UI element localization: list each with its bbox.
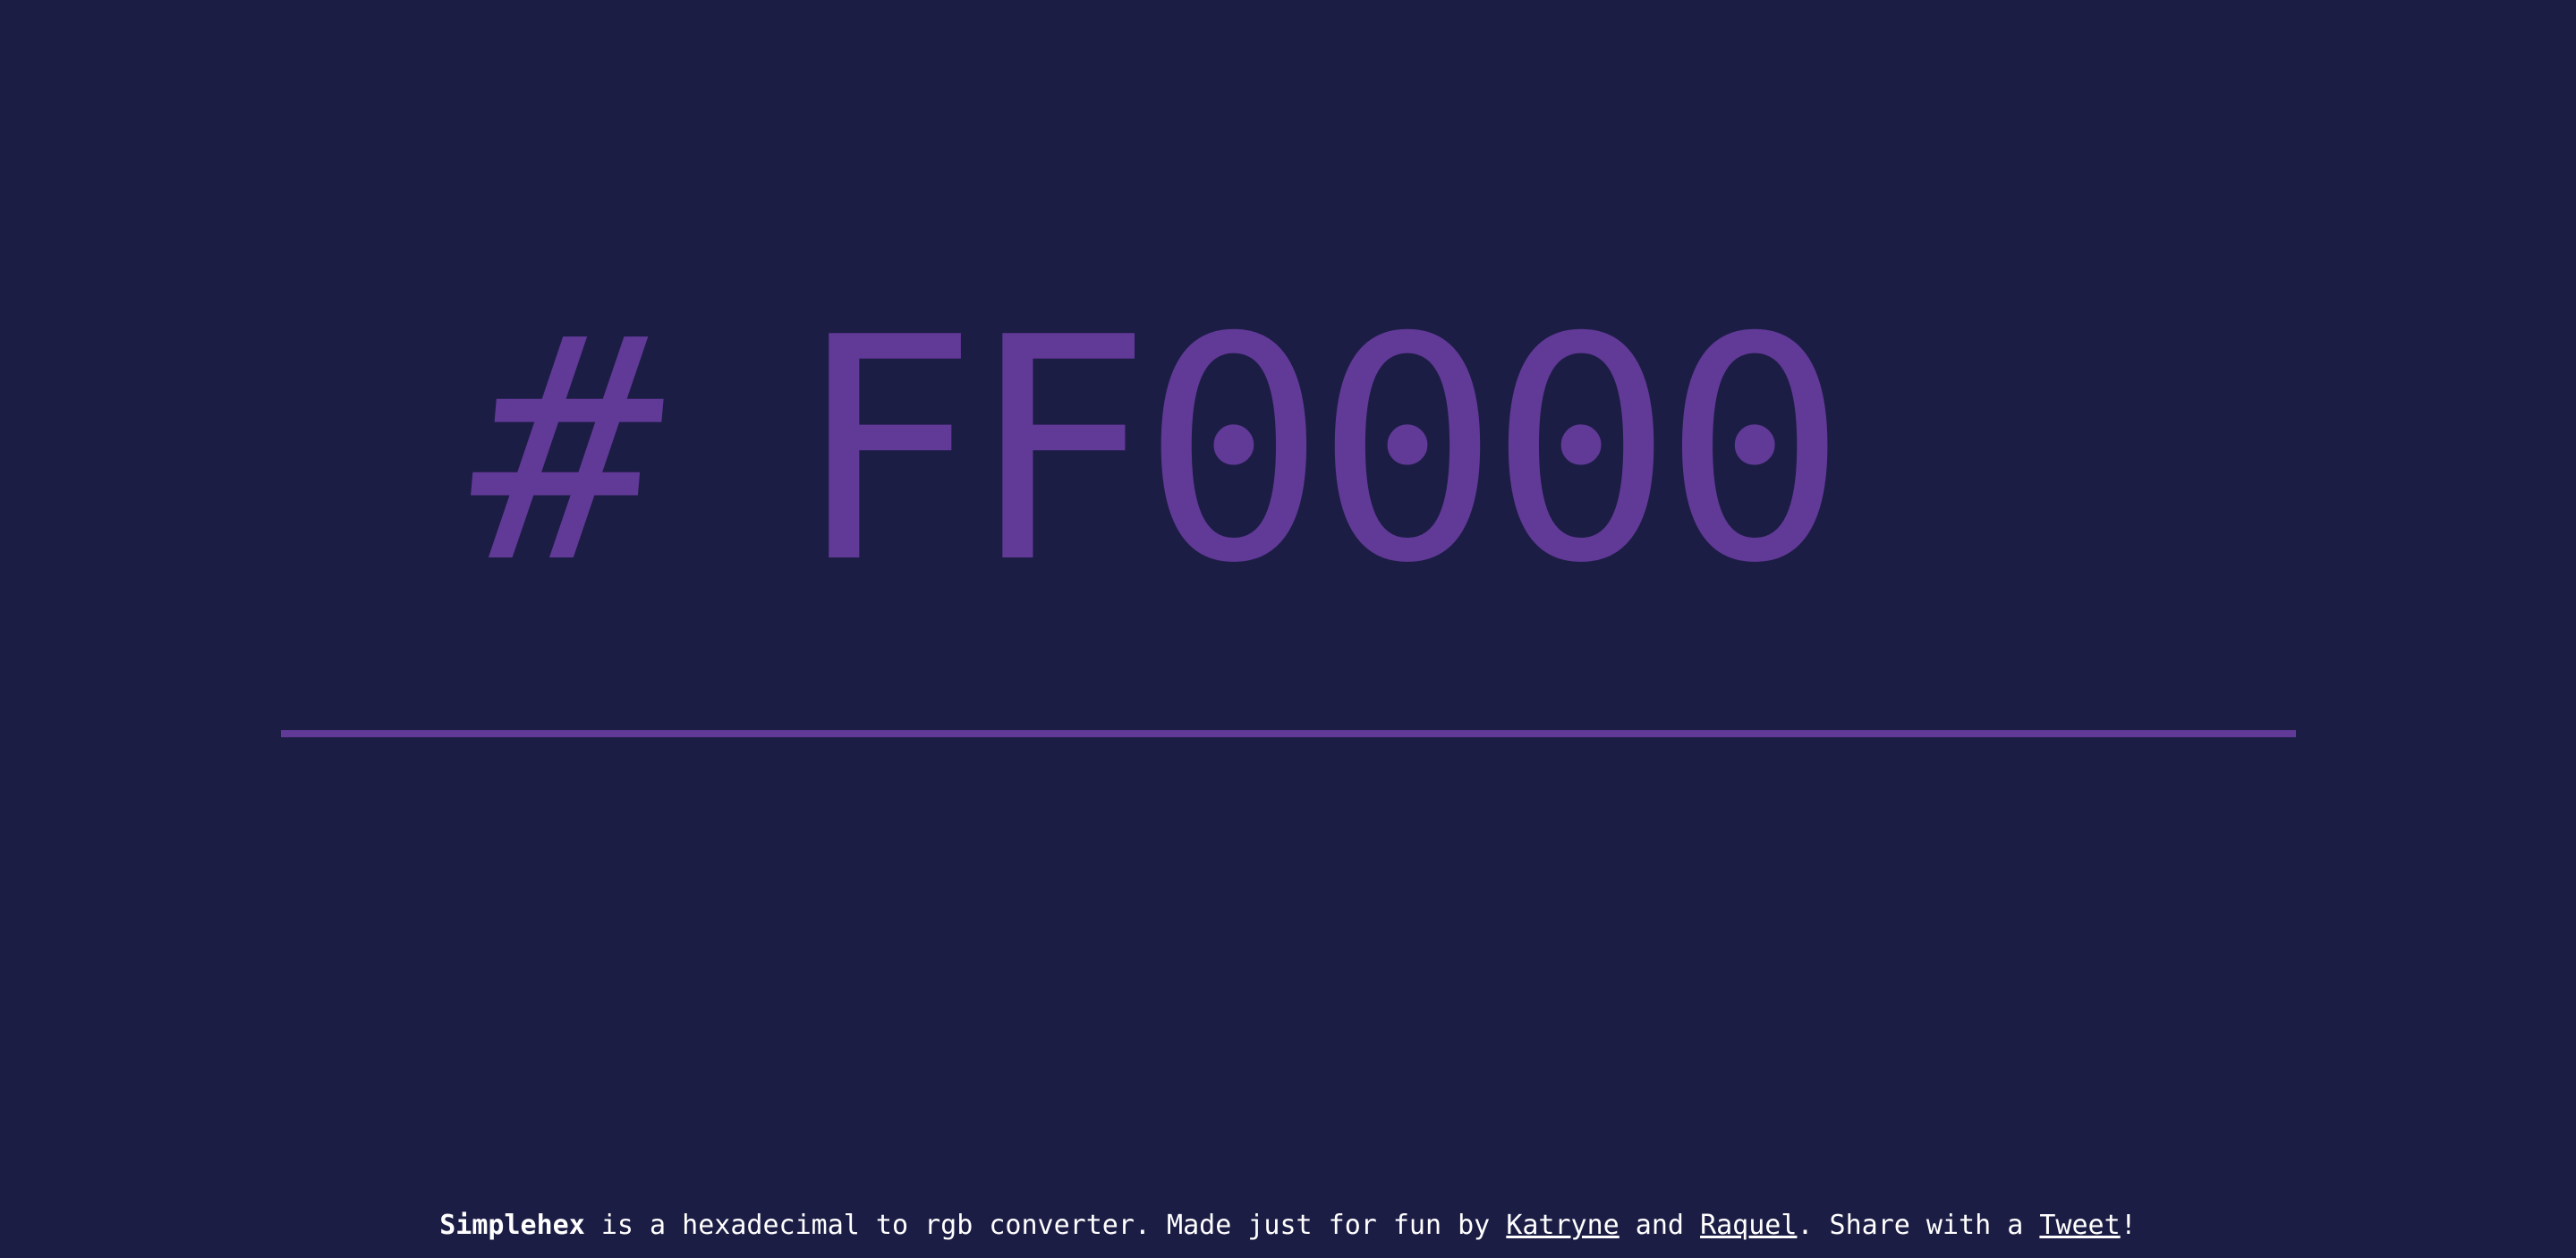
hex-input[interactable]: [794, 304, 2262, 599]
footer-text-1: is a hexadecimal to rgb converter. Made …: [584, 1210, 1507, 1241]
tweet-link[interactable]: Tweet: [2039, 1210, 2120, 1241]
hash-prefix: #: [458, 273, 676, 631]
katryne-link[interactable]: Katryne: [1506, 1210, 1619, 1241]
footer-text-4: !: [2120, 1210, 2137, 1241]
footer-text-2: and: [1619, 1210, 1701, 1241]
input-underline: [281, 730, 2296, 737]
raquel-link[interactable]: Raquel: [1700, 1210, 1797, 1241]
footer-text-3: . Share with a: [1797, 1210, 2040, 1241]
footer: Simplehex is a hexadecimal to rgb conver…: [0, 1210, 2576, 1241]
brand-name: Simplehex: [439, 1210, 585, 1241]
hex-input-row: #: [459, 273, 2262, 631]
